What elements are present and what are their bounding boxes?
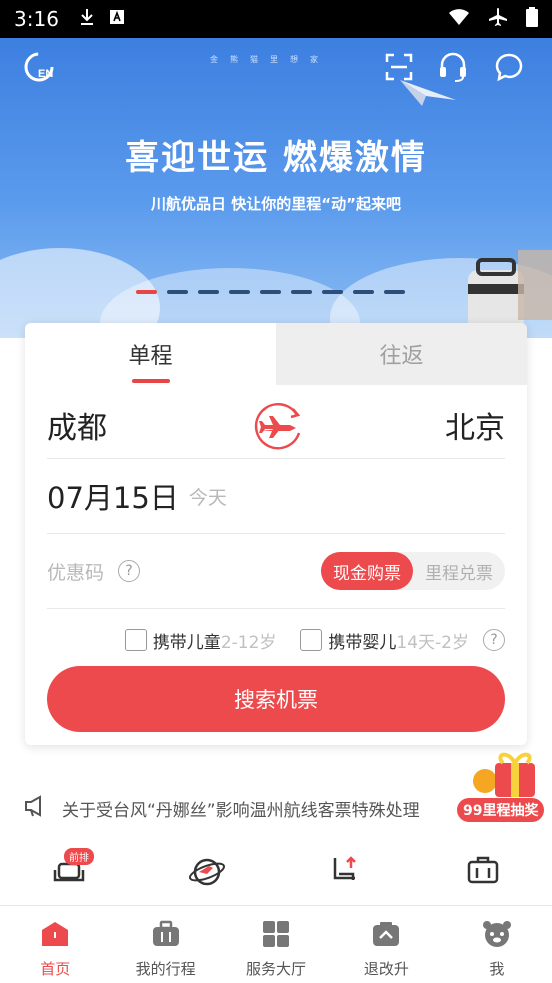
baggage-shortcut[interactable] <box>458 845 508 895</box>
trip-type-tabs: 单程 往返 <box>25 323 527 385</box>
departure-city[interactable]: 成都 <box>47 403 107 447</box>
language-switch-icon[interactable]: EN <box>24 50 58 84</box>
paper-plane-decoration <box>398 78 458 112</box>
front-seat-badge: 前排 <box>64 848 94 865</box>
help-icon[interactable]: ? <box>483 629 505 651</box>
pagination-dot[interactable] <box>353 290 374 294</box>
child-label: 携带儿童 <box>152 632 221 653</box>
megaphone-icon <box>24 795 48 821</box>
nav-home[interactable]: 首页 <box>0 906 110 983</box>
pagination-dot[interactable] <box>198 290 219 294</box>
departure-date[interactable]: 07月15日 <box>47 475 179 517</box>
grid-icon <box>262 920 290 952</box>
tab-label: 单程 <box>128 344 173 369</box>
nav-label: 首页 <box>40 960 71 978</box>
home-icon <box>40 920 70 952</box>
nav-my-trips[interactable]: 我的行程 <box>110 906 220 983</box>
nav-label: 我的行程 <box>135 960 196 978</box>
font-icon <box>109 9 125 29</box>
wifi-icon <box>448 8 470 30</box>
globe-flight-shortcut[interactable] <box>182 845 232 895</box>
tab-one-way[interactable]: 单程 <box>25 323 276 385</box>
route-row: 成都 北京 <box>47 391 505 459</box>
banner-slogan: 喜迎世运 燃爆激情 <box>125 138 427 178</box>
airplane-mode-icon <box>488 7 508 31</box>
nav-me[interactable]: 我 <box>442 906 552 983</box>
nav-service-hall[interactable]: 服务大厅 <box>221 906 331 983</box>
payment-type-toggle: 现金购票 里程兑票 <box>321 552 505 590</box>
seat-upgrade-shortcut[interactable] <box>320 845 370 895</box>
mileage-lottery-widget[interactable]: 99里程抽奖 <box>455 737 552 822</box>
promo-banner[interactable]: EN 金熊猫里想家 喜迎世运 燃爆激情 川航优品日 快让你的里程“动”起来吧 <box>0 38 552 338</box>
gift-box-icon <box>473 741 543 805</box>
help-icon[interactable]: ? <box>118 560 141 582</box>
mileage-redeem-option[interactable]: 里程兑票 <box>413 552 505 590</box>
pagination-dot[interactable] <box>229 290 250 294</box>
promo-row: 优惠码 ? 现金购票 里程兑票 <box>47 534 505 609</box>
child-checkbox[interactable] <box>124 629 147 651</box>
panda-icon <box>482 920 512 952</box>
booking-card: 单程 往返 成都 北京 07月15日 今天 优惠码 ? 现金购票 里程兑票 携带… <box>25 323 527 745</box>
pagination-dot[interactable] <box>384 290 405 294</box>
banner-subtitle: 川航优品日 快让你的里程“动”起来吧 <box>151 195 401 213</box>
search-flights-button[interactable]: 搜索机票 <box>47 666 505 732</box>
cash-purchase-option[interactable]: 现金购票 <box>321 552 413 590</box>
pagination-dot[interactable] <box>136 290 157 294</box>
pagination-dot[interactable] <box>260 290 281 294</box>
nav-label: 服务大厅 <box>246 960 307 978</box>
pagination-dot[interactable] <box>291 290 312 294</box>
lottery-label: 99里程抽奖 <box>457 798 545 822</box>
brand-mark: 金熊猫里想家 <box>210 55 330 64</box>
infant-label: 携带婴儿 <box>328 632 397 653</box>
passenger-options: 携带儿童 2-12岁 携带婴儿 14天-2岁 ? <box>47 609 505 671</box>
nav-refund-change-upgrade[interactable]: 退改升 <box>331 906 441 983</box>
date-row[interactable]: 07月15日 今天 <box>47 459 505 534</box>
infant-option[interactable]: 携带婴儿 14天-2岁 <box>300 628 469 653</box>
front-seat-shortcut[interactable]: 前排 <box>44 845 94 895</box>
notice-text[interactable]: 关于受台风“丹娜丝”影响温州航线客票特殊处理 <box>62 796 420 821</box>
notice-bar[interactable]: 关于受台风“丹娜丝”影响温州航线客票特殊处理 <box>24 790 464 826</box>
tab-round-trip[interactable]: 往返 <box>276 323 527 385</box>
nav-label: 退改升 <box>363 960 409 978</box>
swap-cities-icon[interactable] <box>251 397 307 453</box>
tab-label: 往返 <box>379 344 424 369</box>
child-option[interactable]: 携带儿童 2-12岁 <box>124 628 277 653</box>
message-icon[interactable] <box>492 50 526 84</box>
nav-label: 我 <box>489 960 505 978</box>
infant-checkbox[interactable] <box>300 629 323 651</box>
suitcase-icon <box>151 920 181 952</box>
infant-age: 14天-2岁 <box>396 632 469 653</box>
bottom-navigation: 首页 我的行程 服务大厅 退改升 我 <box>0 905 552 983</box>
pagination-dot[interactable] <box>167 290 188 294</box>
promo-code-field[interactable]: 优惠码 <box>47 558 104 585</box>
battery-icon <box>526 7 538 31</box>
date-note: 今天 <box>188 486 227 509</box>
child-age: 2-12岁 <box>220 632 277 653</box>
active-tab-indicator <box>131 379 170 383</box>
download-icon <box>79 8 95 30</box>
banner-pagination <box>136 290 405 294</box>
status-bar: 3:16 <box>0 0 552 38</box>
shortcut-bar: 前排 <box>0 845 552 905</box>
pagination-dot[interactable] <box>322 290 343 294</box>
ticket-icon <box>371 920 401 952</box>
arrival-city[interactable]: 北京 <box>445 403 505 447</box>
svg-text:EN: EN <box>38 68 53 80</box>
status-time: 3:16 <box>14 7 59 31</box>
